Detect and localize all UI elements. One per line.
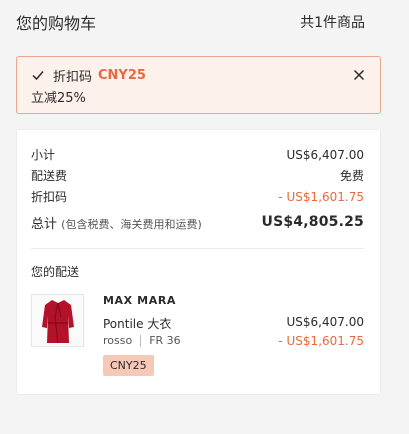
page-title: 您的购物车 [16,14,97,33]
product-color: rosso [103,334,133,347]
promo-code-row: 折扣码 CNY25 [31,65,368,85]
subtotal-row: 小计 US$6,407.00 [31,144,364,165]
discount-label: 折扣码 [31,190,68,204]
promo-badge: CNY25 [103,355,154,376]
check-icon [31,68,45,82]
product-image[interactable] [31,294,84,347]
promo-code-description: 立减25% [31,91,86,106]
discount-row: 折扣码 - US$1,601.75 [31,186,364,207]
close-icon[interactable] [352,67,366,81]
shipping-row: 配送费 免费 [31,165,364,186]
shipping-value: 免费 [339,169,364,183]
product-discount: - US$1,601.75 [278,334,364,348]
cart-header: 您的购物车 共1件商品 [16,10,365,34]
subtotal-label: 小计 [31,148,56,162]
product-brand[interactable]: MAX MARA [103,294,176,307]
promo-code-label: 折扣码 [53,69,93,85]
cart-page: 您的购物车 共1件商品 折扣码 CNY25 立减25% 小计 US$6,407.… [0,0,409,434]
product-attributes: rosso FR 36 [103,334,181,347]
shipment-title: 您的配送 [31,265,80,279]
total-value: US$4,805.25 [261,214,364,230]
divider [31,248,364,249]
product-price: US$6,407.00 [286,315,364,329]
order-summary-card: 小计 US$6,407.00 配送费 免费 折扣码 - US$1,601.75 … [16,129,381,395]
total-note: (包含税费、海关费用和运费) [61,217,202,231]
attribute-separator [140,334,142,347]
product-name[interactable]: Pontile 大衣 [103,315,171,332]
shipping-label: 配送费 [31,169,68,183]
total-label-text: 总计 [31,216,58,232]
cart-item: MAX MARA Pontile 大衣 rosso FR 36 US$6,407… [31,294,364,378]
promo-code-value: CNY25 [98,67,146,83]
product-size: FR 36 [149,334,181,347]
promo-code-banner: 折扣码 CNY25 立减25% [16,56,381,114]
discount-value: - US$1,601.75 [278,189,364,204]
total-row: 总计 (包含税费、海关费用和运费) US$4,805.25 [31,208,364,236]
subtotal-value: US$6,407.00 [286,147,364,162]
item-count: 共1件商品 [300,15,365,31]
total-label: 总计 (包含税费、海关费用和运费) [31,213,202,232]
